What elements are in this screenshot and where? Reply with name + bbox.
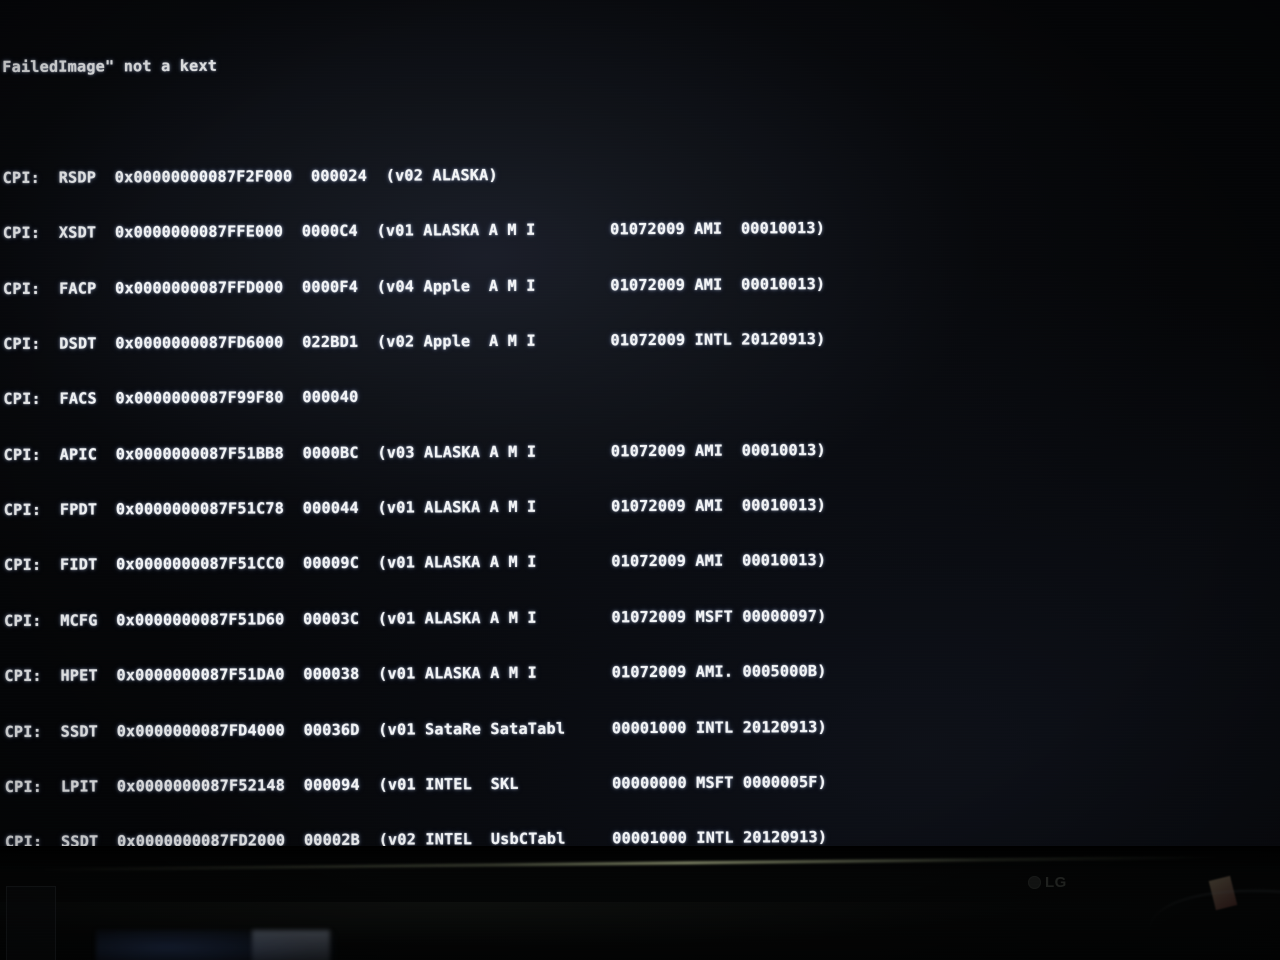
- acpi-table-row: CPI: MCFG 0x0000000087F51D60 00003C (v01…: [4, 606, 827, 630]
- lg-logo: LG: [1028, 874, 1067, 891]
- acpi-table-row: CPI: RSDP 0x00000000087F2F000 000024 (v0…: [2, 166, 498, 188]
- acpi-table-row: CPI: HPET 0x0000000087F51DA0 000038 (v01…: [4, 662, 827, 686]
- kernel-panic-console: FailedImage" not a kext CPI: RSDP 0x0000…: [0, 0, 1280, 852]
- acpi-table-row: CPI: FACP 0x0000000087FFD000 0000F4 (v04…: [2, 274, 826, 298]
- acpi-table-row: CPI: LPIT 0x0000000087F52148 000094 (v01…: [4, 772, 828, 796]
- acpi-table-row: CPI: FPDT 0x0000000087F51C78 000044 (v01…: [3, 496, 827, 520]
- monitor-stand-left: [6, 886, 56, 960]
- lg-mark-icon: [1028, 876, 1041, 889]
- acpi-table-row: CPI: XSDT 0x0000000087FFE000 0000C4 (v01…: [2, 219, 826, 243]
- display-area: FailedImage" not a kext CPI: RSDP 0x0000…: [0, 0, 1280, 852]
- acpi-table-list: CPI: RSDP 0x00000000087F2F000 000024 (v0…: [2, 124, 1280, 852]
- acpi-table-row: CPI: DSDT 0x0000000087FD6000 022BD1 (v02…: [3, 330, 826, 354]
- lg-brand-label: LG: [1045, 874, 1067, 891]
- acpi-table-row: CPI: FACS 0x0000000087F99F80 000040: [3, 388, 359, 409]
- monitor-photo: FailedImage" not a kext CPI: RSDP 0x0000…: [0, 0, 1280, 960]
- acpi-table-row: CPI: APIC 0x0000000087F51BB8 0000BC (v03…: [3, 440, 826, 464]
- bezel-highlight: [40, 855, 1220, 872]
- console-warp: FailedImage" not a kext CPI: RSDP 0x0000…: [0, 0, 1280, 852]
- acpi-table-row: CPI: SSDT 0x0000000087FD4000 00036D (v01…: [4, 717, 827, 741]
- ambient-white-glow: [252, 930, 330, 960]
- failed-image-line: FailedImage" not a kext: [2, 57, 218, 77]
- acpi-table-row: CPI: FIDT 0x0000000087F51CC0 00009C (v01…: [3, 551, 827, 575]
